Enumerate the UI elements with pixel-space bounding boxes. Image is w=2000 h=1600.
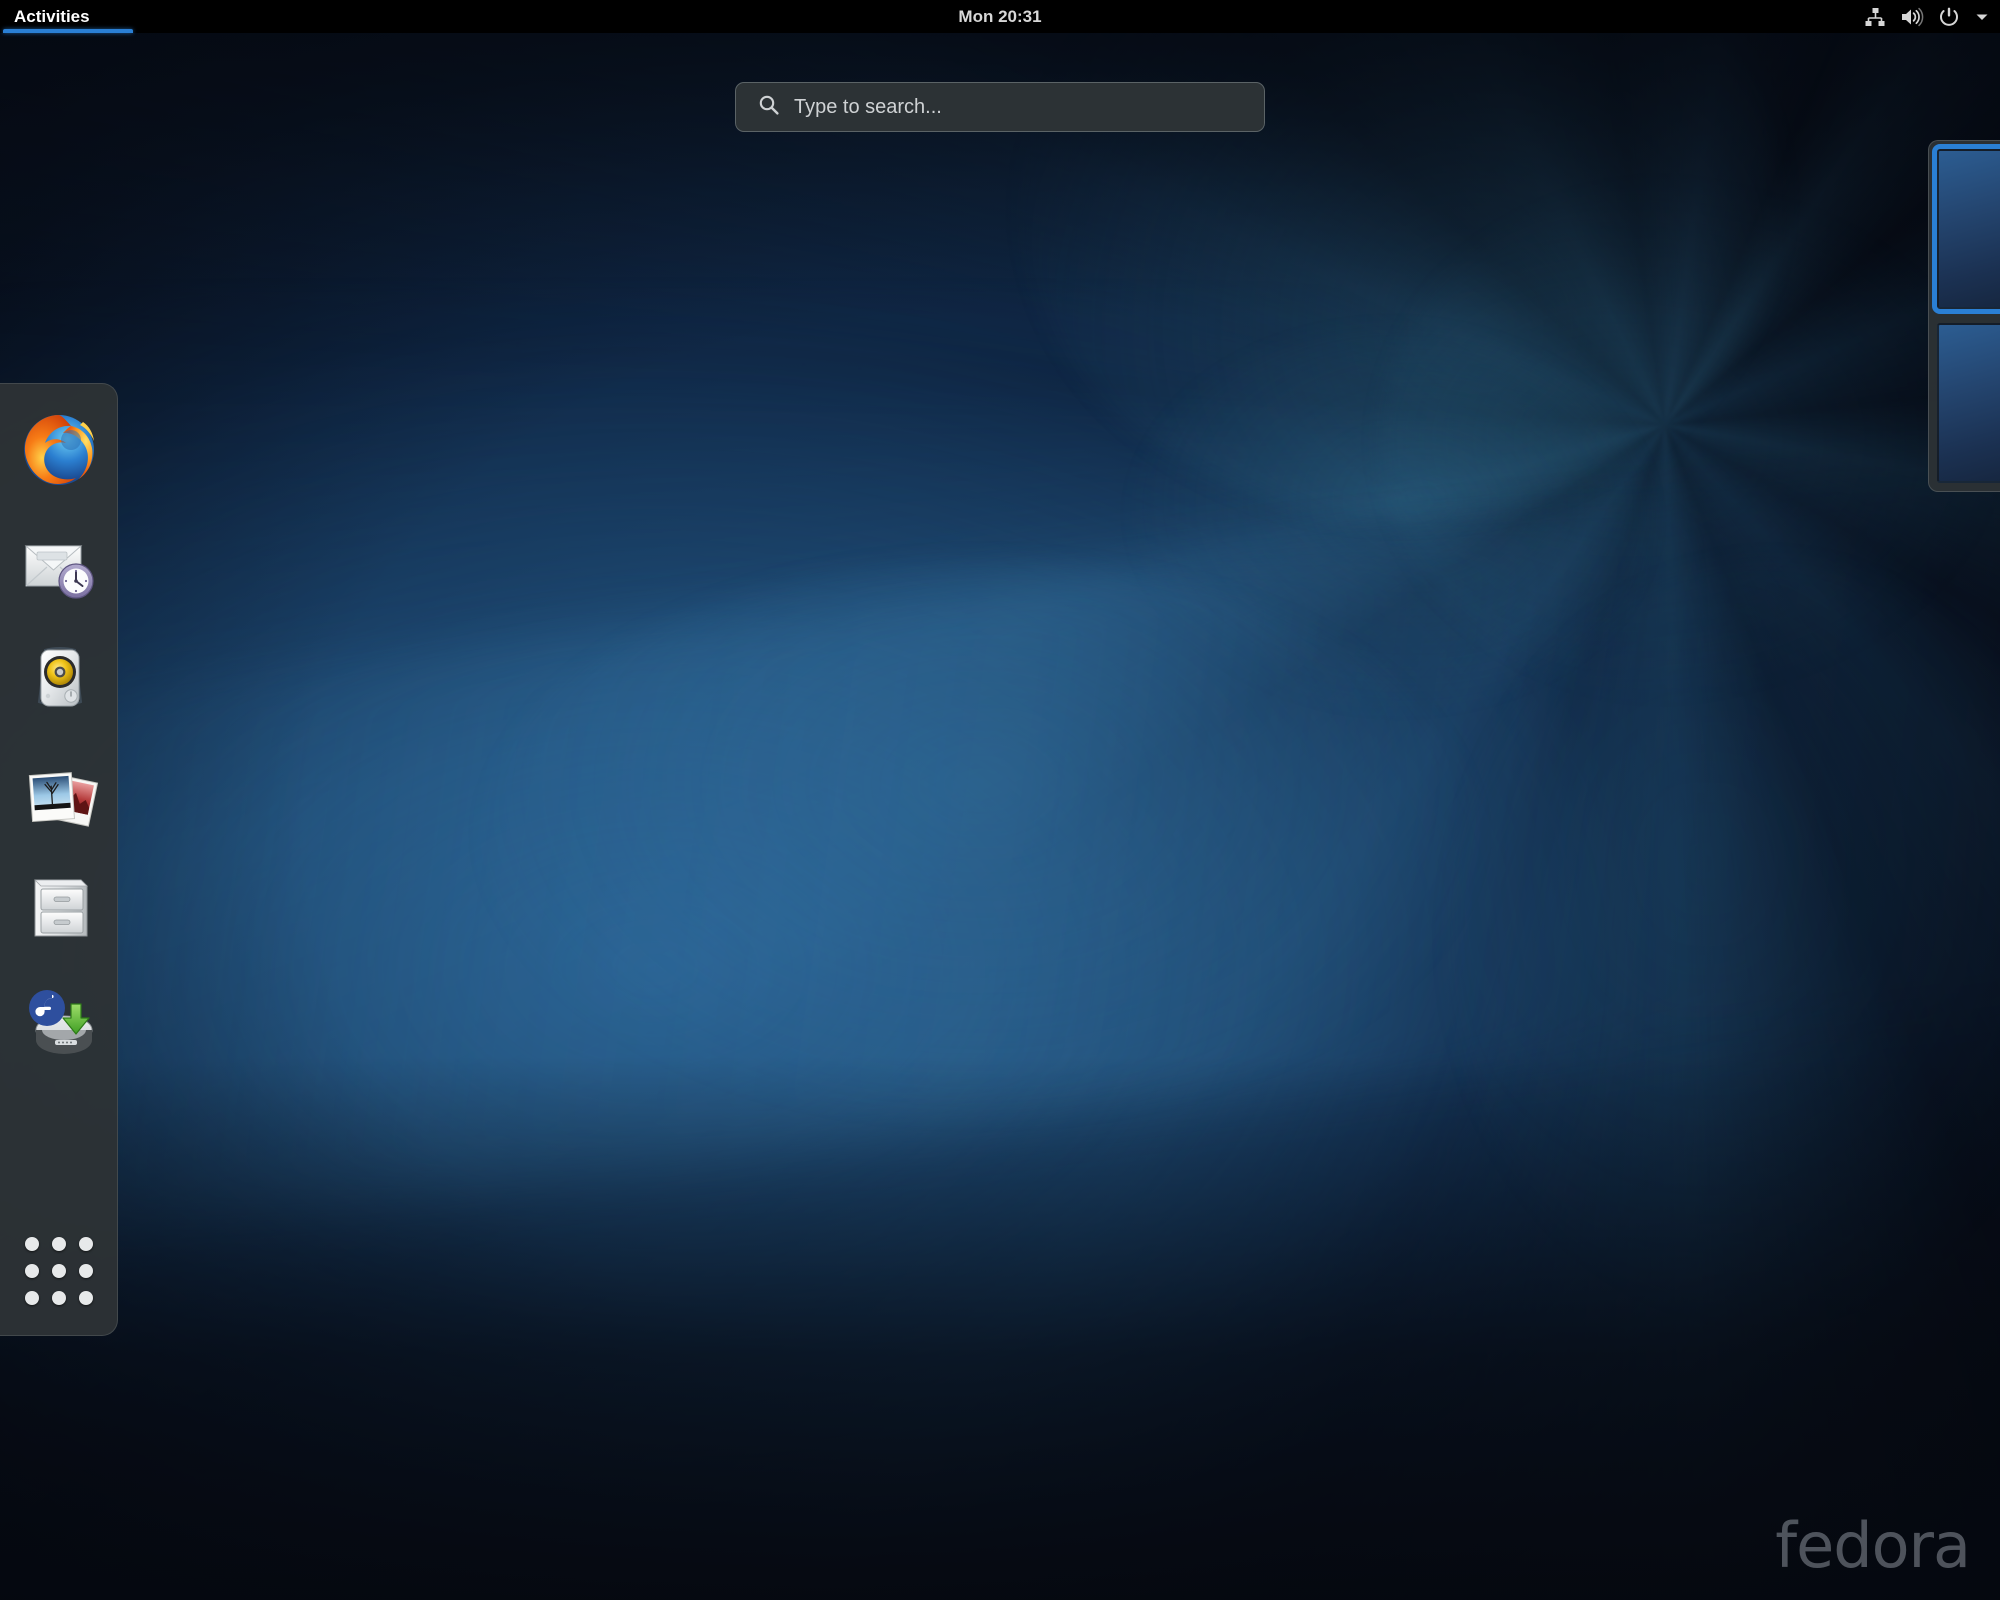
dash-item-evolution[interactable] [15, 520, 103, 608]
dash-item-install-to-hard-drive[interactable] [15, 976, 103, 1064]
volume-icon[interactable] [1900, 6, 1924, 28]
wallpaper-bottom-fade [0, 1056, 2000, 1600]
dash-item-firefox[interactable] [15, 406, 103, 494]
desktop-background[interactable]: fedora [0, 0, 2000, 1600]
activities-button[interactable]: Activities [0, 0, 106, 33]
search-area: Type to search... [0, 82, 2000, 132]
workspace-thumbnail-2[interactable] [1937, 323, 2000, 483]
grid-dots-icon [25, 1237, 93, 1305]
activities-label: Activities [14, 7, 90, 27]
top-panel: Activities Mon 20:31 [0, 0, 2000, 33]
search-placeholder-text: Type to search... [794, 96, 942, 119]
firefox-icon [19, 410, 99, 490]
mail-clock-icon [19, 524, 99, 604]
search-input[interactable]: Type to search... [735, 82, 1265, 132]
clock-area: Mon 20:31 [0, 0, 2000, 33]
dash-item-rhythmbox[interactable] [15, 634, 103, 722]
dash-item-shotwell[interactable] [15, 748, 103, 836]
activities-active-indicator [3, 29, 133, 33]
network-wired-icon[interactable] [1864, 6, 1886, 28]
power-icon[interactable] [1938, 6, 1960, 28]
wallpaper-top-fade [0, 0, 2000, 320]
workspace-thumbnail-1[interactable] [1937, 149, 2000, 309]
search-icon [758, 94, 780, 121]
fedora-install-icon [19, 980, 99, 1060]
clock-button[interactable]: Mon 20:31 [948, 7, 1051, 27]
show-applications-button[interactable] [15, 1227, 103, 1315]
system-status-area [1864, 0, 1990, 33]
file-cabinet-icon [19, 866, 99, 946]
chevron-down-icon[interactable] [1974, 9, 1990, 25]
photos-icon [19, 752, 99, 832]
dash-dock [0, 383, 118, 1336]
fedora-watermark: fedora [1775, 1509, 1970, 1582]
workspace-switcher [1928, 140, 2000, 492]
speaker-icon [19, 638, 99, 718]
dash-item-nautilus[interactable] [15, 862, 103, 950]
